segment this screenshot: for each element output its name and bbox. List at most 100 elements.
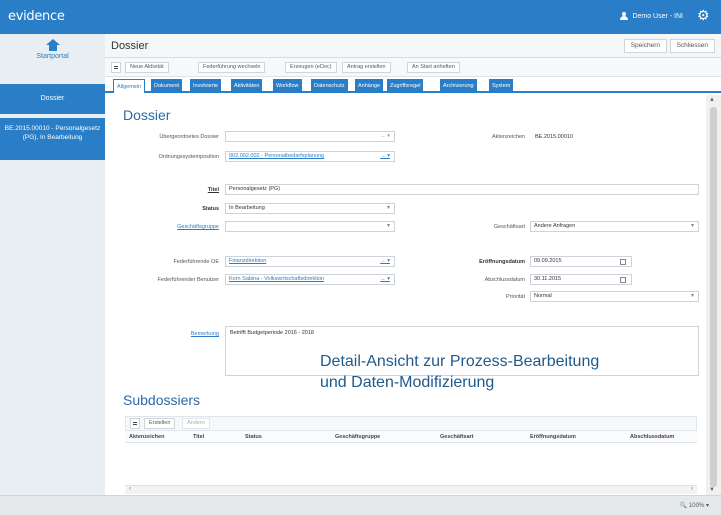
column-header[interactable]: Eröffnungsdatum <box>530 434 576 440</box>
chevron-right-icon[interactable]: › <box>691 486 693 492</box>
menu-icon[interactable] <box>111 62 121 73</box>
closing-date-value: 30.11.2015 <box>534 276 562 282</box>
zoom-icon: 🔍 <box>679 503 688 509</box>
arrow-right-icon[interactable]: → ▾ <box>380 275 390 284</box>
lead-user-value[interactable]: Korn Sabina - Volkswirtschaftsdirektion <box>229 276 324 282</box>
tab-workflow[interactable]: Workflow <box>273 79 302 93</box>
create-subdossier-button[interactable]: Erstellen <box>144 418 176 429</box>
horizontal-scrollbar[interactable]: ‹ › <box>125 485 697 494</box>
lead-unit-value[interactable]: Finanzdirektion <box>229 258 266 264</box>
vertical-scrollbar[interactable]: ▲ ▼ <box>706 95 721 495</box>
tab-system[interactable]: System <box>489 79 514 93</box>
calendar-icon[interactable] <box>620 259 626 265</box>
overlay-caption-line1: Detail-Ansicht zur Prozess-Bearbeitung <box>320 353 600 370</box>
chevron-left-icon[interactable]: ‹ <box>129 486 131 492</box>
overlay-caption-line2: und Daten-Modifizierung <box>320 374 495 391</box>
remark-value: Betrifft Budgetperiode 2016 - 2018 <box>230 330 314 336</box>
menu-icon[interactable] <box>130 418 140 429</box>
chevron-down-icon: ▾ <box>690 223 694 229</box>
tab-datenschutz[interactable]: Datenschutz <box>311 79 348 93</box>
status-select[interactable]: In Bearbeitung ▾ <box>225 203 395 214</box>
page-title: Dossier <box>111 40 149 52</box>
edit-subdossier-button[interactable]: Ändern <box>182 418 210 429</box>
subdossier-toolbar: Erstellen Ändern <box>125 416 697 431</box>
close-button[interactable]: Schliessen <box>669 39 715 53</box>
generate-edoc-button[interactable]: Erzeugen (eDoc) <box>285 62 337 73</box>
page-header: Dossier Speichern Schliessen <box>105 34 721 58</box>
chevron-down-icon[interactable]: ▼ <box>709 487 715 493</box>
column-header[interactable]: Geschäftsgruppe <box>335 434 380 440</box>
business-type-label: Geschäftsart <box>493 224 525 230</box>
chevron-down-icon: ▾ <box>386 205 390 211</box>
classification-value[interactable]: 002.002.002 - Personalbedarfsplanung <box>229 153 324 159</box>
tab-aktivitaeten[interactable]: Aktivitäten <box>231 79 263 93</box>
left-navigation: Startportal Dossier BE.2015.00010 - Pers… <box>0 34 105 495</box>
tab-zugriffsregel[interactable]: Zugriffsregel <box>387 79 424 93</box>
arrow-right-icon[interactable]: → ▾ <box>380 132 390 141</box>
gear-icon[interactable]: ⚙ <box>697 8 711 22</box>
opening-date-value: 09.09.2015 <box>534 258 562 264</box>
chevron-up-icon[interactable]: ▲ <box>709 97 715 103</box>
classification-label: Ordnungssystemposition <box>158 154 219 160</box>
opening-date-label: Eröffnungsdatum <box>479 259 525 265</box>
section-title-dossier: Dossier <box>123 107 171 123</box>
column-header[interactable]: Titel <box>193 434 204 440</box>
file-reference-label: Aktenzeichen <box>491 134 525 140</box>
title-input[interactable]: Personalgesetz (PG) <box>225 184 699 195</box>
column-header[interactable]: Status <box>245 434 262 440</box>
user-icon <box>620 12 629 20</box>
save-button[interactable]: Speichern <box>623 39 667 53</box>
tab-archivierung[interactable]: Archivierung <box>440 79 477 93</box>
tab-dokument[interactable]: Dokument <box>151 79 183 93</box>
zoom-value: 100% <box>688 503 705 509</box>
status-label: Status <box>202 206 219 212</box>
nav-dossier[interactable]: Dossier <box>0 84 105 114</box>
priority-select[interactable]: Normal ▾ <box>530 291 699 302</box>
business-group-label[interactable]: Geschäftsgruppe <box>123 224 219 230</box>
lead-user-field[interactable]: Korn Sabina - Volkswirtschaftsdirektion … <box>225 274 395 285</box>
tab-allgemein[interactable]: Allgemein <box>113 79 146 93</box>
pin-to-start-button[interactable]: An Start anheften <box>407 62 460 73</box>
change-lead-button[interactable]: Federführung wechseln <box>198 62 266 73</box>
closing-date-input[interactable]: 30.11.2015 <box>530 274 632 285</box>
tab-bar: Allgemein Dokument Involvierte Aktivität… <box>105 77 721 93</box>
priority-label: Priorität <box>506 294 525 300</box>
business-type-select[interactable]: Andere Anfragen ▾ <box>530 221 699 232</box>
lead-unit-label: Federführende OE <box>173 259 219 265</box>
remark-label[interactable]: Bemerkung <box>123 331 219 337</box>
scrollbar-thumb[interactable] <box>710 107 717 487</box>
opening-date-input[interactable]: 09.09.2015 <box>530 256 632 267</box>
user-menu[interactable]: Demo User - INI <box>620 12 683 20</box>
column-header[interactable]: Aktenzeichen <box>129 434 164 440</box>
user-name: Demo User - INI <box>632 12 683 20</box>
main-content: Dossier Übergeordnetes Dossier → ▾ Akten… <box>105 95 706 495</box>
chevron-down-icon: ▾ <box>705 503 709 509</box>
lead-user-label: Federführender Benutzer <box>157 277 219 283</box>
status-value: In Bearbeitung <box>229 205 265 211</box>
zoom-level[interactable]: 🔍 100% ▾ <box>680 502 709 509</box>
business-type-value: Andere Anfragen <box>534 223 576 229</box>
create-request-button[interactable]: Antrag erstellen <box>342 62 391 73</box>
calendar-icon[interactable] <box>620 277 626 283</box>
new-activity-button[interactable]: Neue Aktivität <box>125 62 169 73</box>
nav-startportal-label: Startportal <box>36 53 69 60</box>
tab-involvierte[interactable]: Involvierte <box>190 79 222 93</box>
arrow-right-icon[interactable]: → ▾ <box>380 152 390 161</box>
parent-dossier-label: Übergeordnetes Dossier <box>159 134 219 140</box>
nav-startportal[interactable]: Startportal <box>0 34 105 78</box>
closing-date-label: Abschlussdatum <box>484 277 525 283</box>
column-header[interactable]: Geschäftsart <box>440 434 474 440</box>
chevron-down-icon: ▾ <box>690 293 694 299</box>
app-logo[interactable]: evidence <box>8 9 65 24</box>
home-icon <box>45 39 60 51</box>
subdossier-table-body <box>125 444 697 485</box>
business-group-select[interactable]: ▾ <box>225 221 395 232</box>
parent-dossier-field[interactable]: → ▾ <box>225 131 395 142</box>
classification-field[interactable]: 002.002.002 - Personalbedarfsplanung → ▾ <box>225 151 395 162</box>
title-label[interactable]: Titel <box>123 187 219 193</box>
tab-anhaenge[interactable]: Anhänge <box>355 79 384 93</box>
arrow-right-icon[interactable]: → ▾ <box>380 257 390 266</box>
lead-unit-field[interactable]: Finanzdirektion → ▾ <box>225 256 395 267</box>
column-header[interactable]: Abschlussdatum <box>630 434 674 440</box>
nav-open-dossier[interactable]: BE.2015.00010 - Personalgesetz (PG), In … <box>0 118 105 160</box>
